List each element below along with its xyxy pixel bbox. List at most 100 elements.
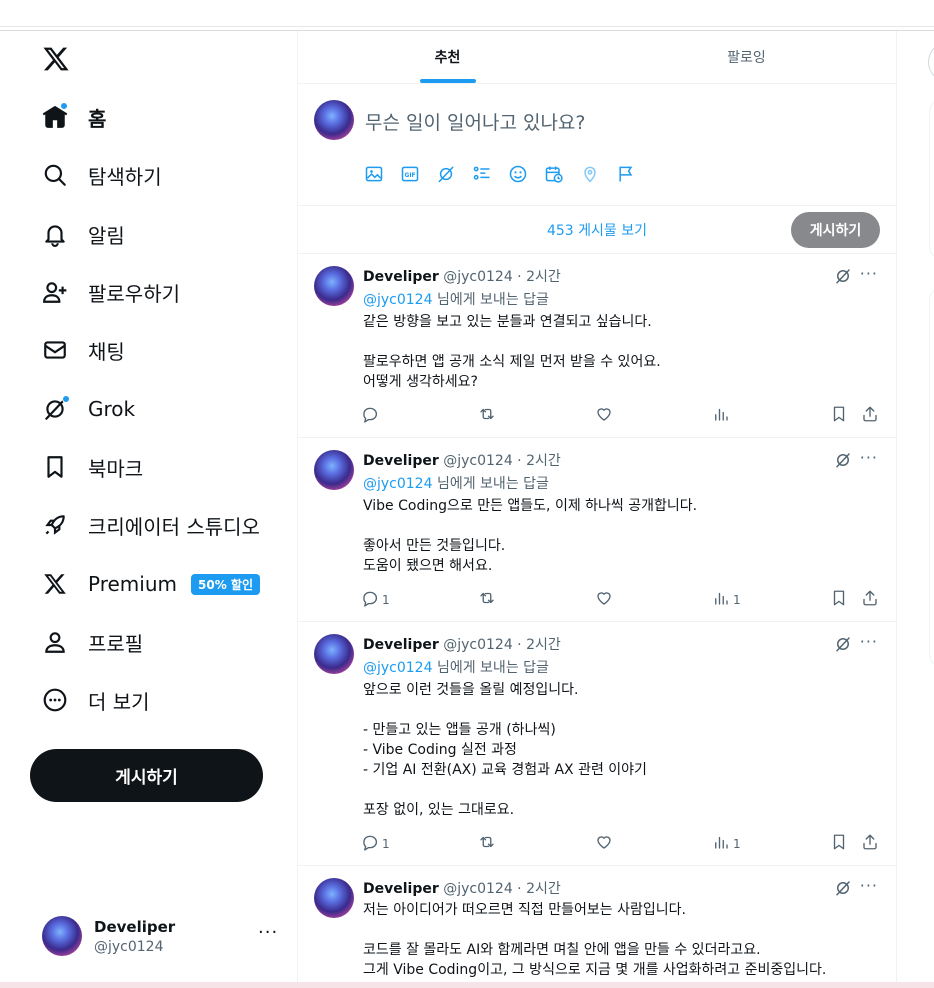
share-button[interactable] [861, 405, 879, 426]
share-button[interactable] [861, 833, 879, 854]
compose-input[interactable]: 무슨 일이 일어나고 있나요? [365, 108, 585, 135]
grok-icon[interactable] [436, 164, 456, 184]
author-handle-time[interactable]: @jyc0124 · 2시간 [443, 637, 561, 653]
search-button[interactable] [928, 42, 934, 82]
tweet[interactable]: Develiper @jyc0124 · 2시간 @jyc0124 님에게 보내… [298, 438, 896, 622]
author-name[interactable]: Develiper [363, 453, 439, 469]
more-icon[interactable]: ··· [860, 876, 878, 895]
reply-handle-link[interactable]: @jyc0124 [363, 660, 433, 676]
more-icon[interactable]: ··· [258, 922, 278, 943]
bookmark-button[interactable] [830, 589, 848, 610]
more-icon[interactable]: ··· [860, 264, 878, 283]
sidebar-item-notifications[interactable]: 알림 [38, 212, 125, 256]
reply-count: 1 [382, 836, 390, 851]
sidebar-item-profile[interactable]: 프로필 [38, 620, 143, 664]
tweet-text: Vibe Coding으로 만든 앱들도, 이제 하나씩 공개합니다. 좋아서 … [363, 498, 698, 574]
share-icon [861, 589, 879, 610]
grok-icon[interactable] [834, 451, 852, 469]
like-button[interactable] [595, 833, 613, 854]
sidebar-item-label: 크리에이터 스튜디오 [88, 514, 260, 539]
views-button[interactable] [712, 405, 730, 426]
sidebar-item-label: Premium [88, 572, 177, 596]
share-icon [861, 833, 879, 854]
account-handle: @jyc0124 [94, 938, 164, 955]
flag-icon[interactable] [616, 164, 636, 184]
tweet[interactable]: Develiper @jyc0124 · 2시간 @jyc0124 님에게 보내… [298, 254, 896, 438]
sidebar-item-premium[interactable]: Premium 50% 할인 [38, 562, 260, 606]
sidebar-item-label: 팔로우하기 [88, 281, 180, 306]
author-name[interactable]: Develiper [363, 269, 439, 285]
author-handle-time[interactable]: @jyc0124 · 2시간 [443, 881, 561, 897]
poll-icon[interactable] [472, 164, 492, 184]
avatar[interactable] [314, 634, 354, 674]
right-column [897, 31, 934, 988]
location-icon[interactable] [580, 164, 600, 184]
sidebar-item-more[interactable]: 더 보기 [38, 678, 150, 722]
reply-handle-link[interactable]: @jyc0124 [363, 476, 433, 492]
tweet[interactable]: Develiper @jyc0124 · 2시간 @jyc0124 님에게 보내… [298, 622, 896, 866]
grok-icon[interactable] [834, 635, 852, 653]
image-icon[interactable] [364, 164, 384, 184]
bookmark-icon [830, 405, 848, 426]
sidebar-card [929, 97, 934, 261]
more-icon[interactable]: ··· [860, 632, 878, 651]
heart-icon [595, 405, 613, 426]
share-button[interactable] [861, 589, 879, 610]
avatar[interactable] [314, 450, 354, 490]
tab-following[interactable]: 팔로잉 [597, 31, 896, 83]
reply-button[interactable] [361, 405, 379, 426]
post-button[interactable]: 게시하기 [30, 749, 263, 802]
repost-icon [478, 405, 496, 426]
author-handle-time[interactable]: @jyc0124 · 2시간 [443, 269, 561, 285]
author-name[interactable]: Develiper [363, 637, 439, 653]
views-count: 1 [733, 592, 741, 607]
heart-icon [595, 833, 613, 854]
sidebar-item-creator-studio[interactable]: 크리에이터 스튜디오 [38, 503, 260, 547]
sidebar-item-chat[interactable]: 채팅 [38, 328, 125, 372]
reply-handle-link[interactable]: @jyc0124 [363, 292, 433, 308]
sidebar-item-label: Grok [88, 397, 136, 421]
emoji-icon[interactable] [508, 164, 528, 184]
compose-post-button[interactable]: 게시하기 [791, 212, 880, 248]
avatar[interactable] [314, 266, 354, 306]
repost-button[interactable] [478, 405, 496, 426]
grok-icon[interactable] [834, 267, 852, 285]
like-button[interactable] [595, 405, 613, 426]
views-button[interactable]: 1 [712, 589, 741, 610]
avatar[interactable] [314, 878, 354, 918]
sidebar-item-label: 탐색하기 [88, 164, 162, 189]
account-switcher[interactable]: Develiper @jyc0124 ··· [42, 912, 282, 960]
bookmark-button[interactable] [830, 833, 848, 854]
svg-text:GIF: GIF [405, 173, 416, 179]
author-handle-time[interactable]: @jyc0124 · 2시간 [443, 453, 561, 469]
repost-button[interactable] [478, 589, 496, 610]
x-logo-icon[interactable] [42, 45, 70, 73]
views-button[interactable]: 1 [712, 833, 741, 854]
sidebar-item-bookmarks[interactable]: 북마크 [38, 445, 143, 489]
avatar [314, 100, 354, 140]
reply-button[interactable]: 1 [361, 833, 390, 854]
views-icon [712, 589, 730, 610]
tweet[interactable]: Develiper @jyc0124 · 2시간 ··· 저는 아이디어가 떠오… [298, 866, 896, 988]
x-logo-icon [38, 567, 72, 601]
discount-badge: 50% 할인 [191, 573, 260, 595]
tab-for-you[interactable]: 추천 [298, 31, 597, 83]
author-name[interactable]: Develiper [363, 881, 439, 897]
bookmark-button[interactable] [830, 405, 848, 426]
sidebar-item-home[interactable]: 홈 [38, 95, 106, 139]
reply-button[interactable]: 1 [361, 589, 390, 610]
sidebar-item-follow[interactable]: 팔로우하기 [38, 270, 180, 314]
like-button[interactable] [595, 589, 613, 610]
sidebar-item-grok[interactable]: Grok [38, 387, 135, 431]
repost-button[interactable] [478, 833, 496, 854]
sidebar-item-explore[interactable]: 탐색하기 [38, 153, 162, 197]
schedule-icon[interactable] [544, 164, 564, 184]
views-icon [712, 405, 730, 426]
grok-icon[interactable] [834, 879, 852, 897]
tweet-text: 같은 방향을 보고 있는 분들과 연결되고 싶습니다. 팔로우하면 앱 공개 소… [363, 314, 661, 390]
gif-icon[interactable]: GIF [400, 164, 420, 184]
divider [0, 26, 934, 27]
more-icon[interactable]: ··· [860, 448, 878, 467]
grok-icon [38, 392, 72, 426]
person-icon [38, 625, 72, 659]
